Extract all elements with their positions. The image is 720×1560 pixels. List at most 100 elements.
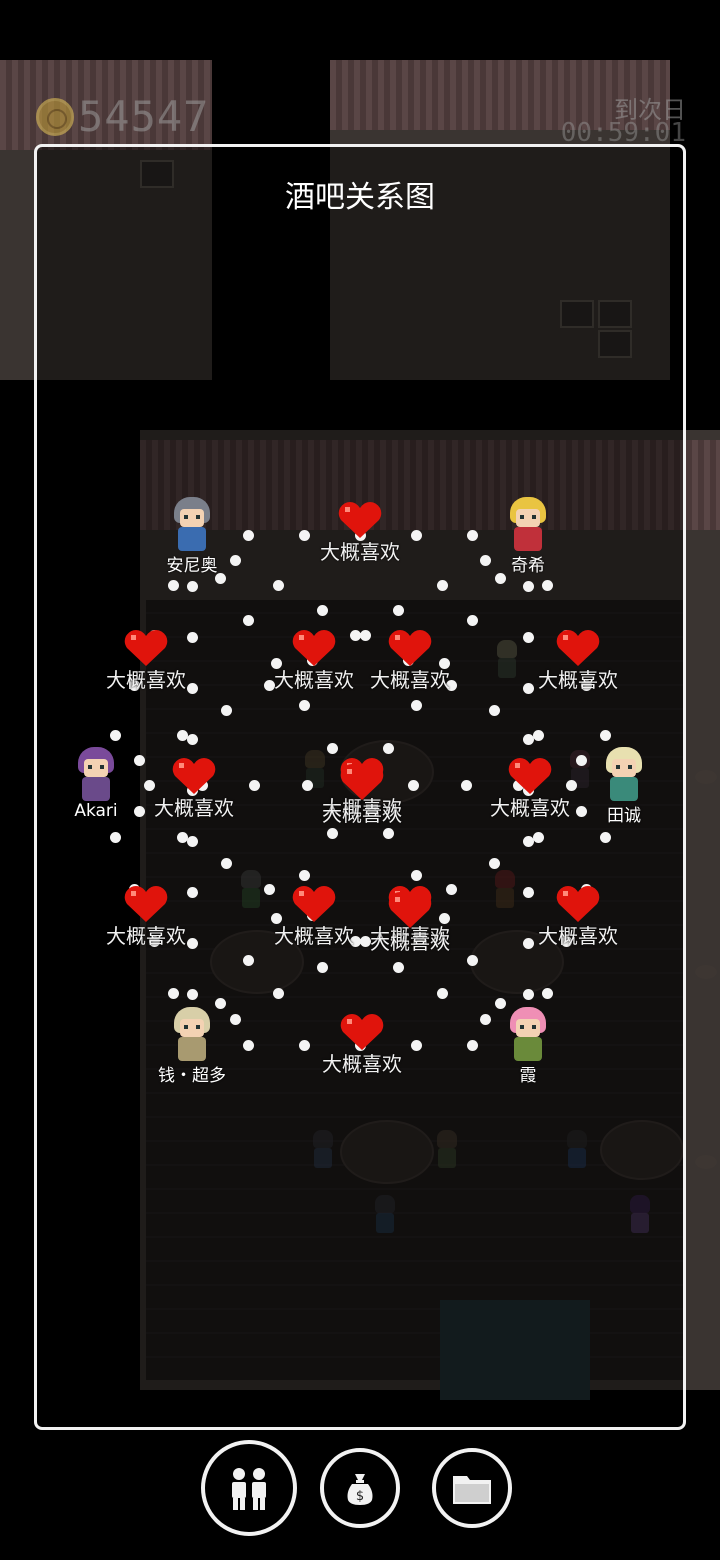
connection-dot xyxy=(383,828,394,839)
connection-dot xyxy=(600,832,611,843)
bar-stool xyxy=(695,965,717,979)
connection-dot xyxy=(299,870,310,881)
heart-icon xyxy=(124,886,168,922)
character-avatar xyxy=(74,747,118,803)
bar-stool xyxy=(695,770,717,784)
folder-button[interactable] xyxy=(432,1448,512,1528)
connection-dot xyxy=(243,1040,254,1051)
character-avatar xyxy=(602,747,646,803)
character-avatar xyxy=(170,497,214,553)
relationship-marker[interactable]: 大概喜欢 xyxy=(134,756,254,821)
relationship-marker[interactable]: 大概喜欢 xyxy=(350,628,470,693)
coin-icon xyxy=(36,98,74,136)
heart-icon xyxy=(556,630,600,666)
character-name: 安尼奥 xyxy=(166,556,218,576)
svg-text:$: $ xyxy=(356,1489,364,1504)
character-node[interactable]: 钱・超多 xyxy=(142,1007,242,1086)
connection-dot xyxy=(317,962,328,973)
relationship-label: 大概喜欢 xyxy=(106,924,186,948)
connection-dot xyxy=(437,580,448,591)
relationship-label: 大概喜欢 xyxy=(322,1052,402,1076)
connection-dot xyxy=(489,705,500,716)
connection-dot xyxy=(533,832,544,843)
connection-dot xyxy=(221,858,232,869)
character-avatar xyxy=(506,497,550,553)
heart-icon xyxy=(388,630,432,666)
connection-dot xyxy=(177,730,188,741)
relationship-label: 大概喜欢 xyxy=(370,668,450,692)
character-name: 霞 xyxy=(519,1066,537,1086)
heart-icon xyxy=(124,630,168,666)
connection-dot xyxy=(437,988,448,999)
connection-dot xyxy=(383,743,394,754)
character-avatar xyxy=(506,1007,550,1063)
money-bag-button[interactable]: $ xyxy=(320,1448,400,1528)
relationship-label: 大概喜欢 xyxy=(370,930,450,954)
connection-dot xyxy=(467,530,478,541)
relationship-label: 大概喜欢 xyxy=(320,540,400,564)
heart-icon xyxy=(556,886,600,922)
connection-dot xyxy=(542,988,553,999)
connection-dot xyxy=(243,615,254,626)
heart-icon xyxy=(292,886,336,922)
connection-dot xyxy=(411,870,422,881)
heart-icon xyxy=(508,758,552,794)
relationship-marker[interactable]: 大概喜欢 xyxy=(300,500,420,565)
connection-dot xyxy=(600,730,611,741)
heart-icon xyxy=(338,502,382,538)
connection-dot xyxy=(523,989,534,1000)
character-name: 田诚 xyxy=(607,806,641,826)
relationship-label: 大概喜欢 xyxy=(154,796,234,820)
connection-dot xyxy=(489,858,500,869)
connection-dot xyxy=(393,962,404,973)
connection-dot xyxy=(523,734,534,745)
connection-dot xyxy=(110,730,121,741)
connection-dot xyxy=(542,580,553,591)
character-name: 钱・超多 xyxy=(158,1066,226,1086)
connection-dot xyxy=(299,700,310,711)
relationship-marker[interactable]: 大概喜欢 xyxy=(86,884,206,949)
relationship-label: 大概喜欢 xyxy=(106,668,186,692)
connection-dot xyxy=(221,705,232,716)
relationship-marker[interactable]: 大概喜欢 xyxy=(302,1012,422,1077)
relationship-marker[interactable]: 大概喜欢 xyxy=(86,628,206,693)
heart-icon xyxy=(388,892,432,928)
relationship-marker[interactable]: 大概喜欢 xyxy=(350,890,470,955)
connection-dot xyxy=(273,580,284,591)
money-bag-icon: $ xyxy=(347,1474,373,1505)
connection-dot xyxy=(110,832,121,843)
connection-dot xyxy=(327,743,338,754)
connection-dot xyxy=(187,989,198,1000)
heart-icon xyxy=(340,764,384,800)
folder-icon xyxy=(453,1476,491,1504)
character-node[interactable]: 霞 xyxy=(478,1007,578,1086)
relationship-marker[interactable]: 大概喜欢 xyxy=(518,628,638,693)
character-name: Akari xyxy=(74,801,118,821)
connection-dot xyxy=(273,988,284,999)
connection-dot xyxy=(523,581,534,592)
connection-dot xyxy=(327,828,338,839)
character-node[interactable]: 田诚 xyxy=(574,747,674,826)
relationship-marker[interactable]: 大概喜欢 xyxy=(302,762,422,827)
character-node[interactable]: 安尼奥 xyxy=(142,497,242,576)
panel-title: 酒吧关系图 xyxy=(285,180,435,215)
connection-dot xyxy=(467,615,478,626)
connection-dot xyxy=(317,605,328,616)
relationship-label: 大概喜欢 xyxy=(490,796,570,820)
character-node[interactable]: 奇希 xyxy=(478,497,578,576)
character-node[interactable]: Akari xyxy=(46,747,146,821)
relationship-label: 大概喜欢 xyxy=(538,668,618,692)
relationship-marker[interactable]: 大概喜欢 xyxy=(518,884,638,949)
connection-dot xyxy=(168,580,179,591)
connection-dot xyxy=(533,730,544,741)
relationship-label: 大概喜欢 xyxy=(322,802,402,826)
relationship-button[interactable] xyxy=(201,1440,297,1536)
coin-count: 54547 xyxy=(78,92,210,141)
bar-stool xyxy=(695,1155,717,1169)
relationship-marker[interactable]: 大概喜欢 xyxy=(470,756,590,821)
character-name: 奇希 xyxy=(511,556,545,576)
connection-dot xyxy=(393,605,404,616)
connection-dot xyxy=(467,1040,478,1051)
connection-dot xyxy=(187,581,198,592)
character-avatar xyxy=(170,1007,214,1063)
